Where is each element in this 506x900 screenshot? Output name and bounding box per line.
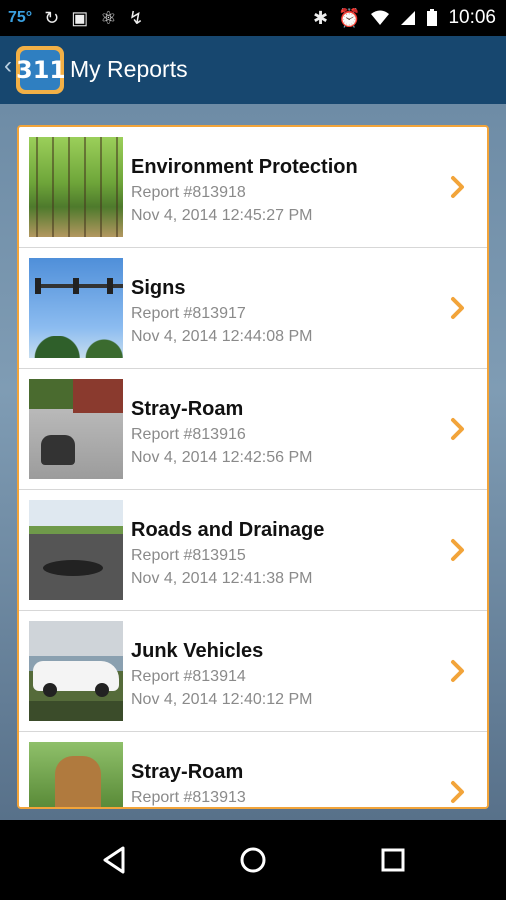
signal-icon — [401, 11, 416, 25]
logo-text: 311 — [16, 56, 64, 84]
report-number: Report #813915 — [131, 547, 246, 564]
report-number: Report #813917 — [131, 305, 246, 322]
chevron-right-icon — [451, 418, 464, 440]
report-number: Report #813914 — [131, 668, 246, 685]
report-thumbnail — [29, 137, 123, 237]
report-row[interactable]: Stray-Roam Report #813916 Nov 4, 2014 12… — [19, 369, 487, 490]
sync-icon: ↻ — [44, 8, 60, 28]
chevron-right-icon — [451, 781, 464, 803]
clock-time: 10:06 — [448, 7, 496, 28]
report-row[interactable]: Stray-Roam Report #813913 — [19, 732, 487, 807]
report-title: Stray-Roam — [131, 398, 244, 420]
report-list[interactable]: Environment Protection Report #813918 No… — [17, 125, 489, 809]
alarm-icon: ⏰ — [338, 8, 361, 28]
report-row[interactable]: Signs Report #813917 Nov 4, 2014 12:44:0… — [19, 248, 487, 369]
flipboard-icon: ▣ — [71, 8, 89, 28]
report-thumbnail — [29, 742, 123, 807]
app-logo[interactable]: 311 — [16, 46, 64, 94]
report-row[interactable]: Environment Protection Report #813918 No… — [19, 127, 487, 248]
report-date: Nov 4, 2014 12:40:12 PM — [131, 691, 313, 708]
status-bar: 75° ↻ ▣ ⚛ ↯ ✱ ⏰ 10:06 — [0, 0, 506, 36]
report-date: Nov 4, 2014 12:42:56 PM — [131, 449, 313, 466]
navigation-bar — [0, 820, 506, 900]
recents-icon[interactable] — [375, 842, 411, 878]
report-title: Environment Protection — [131, 156, 358, 178]
report-number: Report #813918 — [131, 184, 246, 201]
report-date: Nov 4, 2014 12:45:27 PM — [131, 207, 313, 224]
report-number: Report #813916 — [131, 426, 246, 443]
wifi-icon — [371, 10, 390, 25]
report-thumbnail — [29, 258, 123, 358]
back-icon[interactable] — [96, 842, 132, 878]
report-title: Junk Vehicles — [131, 640, 264, 662]
android-icon: ⚛ — [100, 8, 117, 28]
temperature-text: 75° — [8, 9, 33, 26]
home-icon[interactable] — [235, 842, 271, 878]
page-title: My Reports — [70, 56, 188, 82]
up-navigation-chevron-icon[interactable]: ‹ — [4, 54, 12, 78]
battery-icon — [427, 9, 438, 26]
bluetooth-icon: ✱ — [312, 8, 329, 28]
report-title: Roads and Drainage — [131, 519, 325, 541]
report-date: Nov 4, 2014 12:44:08 PM — [131, 328, 313, 345]
chevron-right-icon — [451, 297, 464, 319]
report-row[interactable]: Junk Vehicles Report #813914 Nov 4, 2014… — [19, 611, 487, 732]
report-date: Nov 4, 2014 12:41:38 PM — [131, 570, 313, 587]
chevron-right-icon — [451, 539, 464, 561]
report-title: Signs — [131, 277, 186, 299]
report-number: Report #813913 — [131, 789, 246, 806]
flash-icon: ↯ — [128, 8, 144, 28]
report-row[interactable]: Roads and Drainage Report #813915 Nov 4,… — [19, 490, 487, 611]
chevron-right-icon — [451, 176, 464, 198]
action-bar: ‹ 311 My Reports — [0, 36, 506, 104]
report-title: Stray-Roam — [131, 761, 244, 783]
chevron-right-icon — [451, 660, 464, 682]
report-thumbnail — [29, 621, 123, 721]
report-thumbnail — [29, 500, 123, 600]
report-thumbnail — [29, 379, 123, 479]
